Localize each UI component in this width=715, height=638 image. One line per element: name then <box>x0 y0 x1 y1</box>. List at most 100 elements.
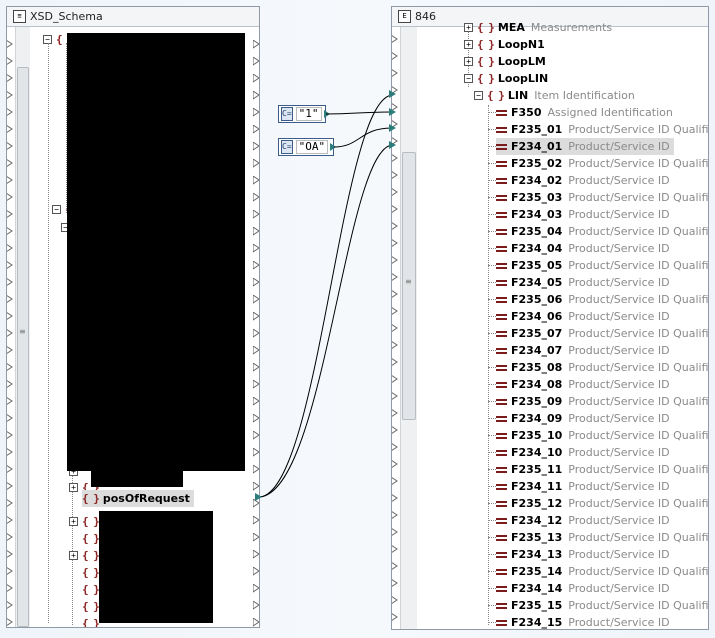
field-row[interactable]: F234_12 Product/Service ID <box>496 512 674 529</box>
left-output-connector[interactable] <box>252 481 259 491</box>
left-output-connector[interactable] <box>252 430 259 440</box>
right-input-connector[interactable] <box>391 629 398 630</box>
left-output-connector[interactable] <box>252 549 259 559</box>
left-output-connector[interactable] <box>252 464 259 474</box>
field-row[interactable]: F234_09 Product/Service ID <box>496 410 674 427</box>
right-input-connector[interactable] <box>392 272 398 281</box>
left-input-connector[interactable] <box>7 243 13 252</box>
left-input-connector[interactable] <box>7 124 13 133</box>
right-input-connector[interactable] <box>392 374 398 383</box>
expand-icon[interactable]: + <box>69 551 78 560</box>
left-scroll-thumb[interactable] <box>17 67 29 627</box>
tree-node-loop[interactable]: + { } LoopN1 <box>464 36 545 53</box>
left-output-connector[interactable] <box>252 583 259 593</box>
left-output-connector[interactable] <box>252 515 259 525</box>
left-output-connector[interactable] <box>252 39 259 49</box>
field-row[interactable]: F235_03 Product/Service ID Qualifier <box>496 189 708 206</box>
field-row[interactable]: F235_14 Product/Service ID Qualifier <box>496 563 708 580</box>
field-row[interactable]: F234_04 Product/Service ID <box>496 240 674 257</box>
right-input-connector[interactable] <box>392 85 398 94</box>
field-row[interactable]: F235_10 Product/Service ID Qualifier <box>496 427 708 444</box>
left-input-connector[interactable] <box>7 498 13 507</box>
left-input-connector[interactable] <box>7 549 13 558</box>
left-output-connector[interactable] <box>252 226 259 236</box>
field-row[interactable]: F234_10 Product/Service ID <box>496 444 674 461</box>
right-input-connector[interactable] <box>392 612 398 621</box>
right-scroll-thumb[interactable] <box>402 152 416 420</box>
constant-1-box[interactable]: C= "1" <box>278 105 330 123</box>
left-input-connector[interactable] <box>7 107 13 116</box>
right-input-connector[interactable] <box>392 459 398 468</box>
tree-node[interactable]: + { } <box>69 513 103 530</box>
left-output-connector[interactable] <box>252 141 259 151</box>
left-input-connector[interactable] <box>7 515 13 524</box>
left-output-connector[interactable] <box>252 362 259 372</box>
tree-node-pos-of-request[interactable]: { } posOfRequest <box>82 490 194 507</box>
expand-icon[interactable]: + <box>464 23 473 32</box>
left-scrollbar[interactable]: ≡ <box>15 27 30 627</box>
left-input-connector[interactable] <box>7 226 13 235</box>
left-schema-panel[interactable]: ≡ XSD_Schema −{ }−{ }−++++++{ }{ }posOfR… <box>6 6 260 628</box>
left-output-connector[interactable] <box>252 192 259 202</box>
left-input-connector[interactable] <box>7 328 13 337</box>
expand-icon[interactable]: + <box>464 57 473 66</box>
field-row[interactable]: F235_05 Product/Service ID Qualifier <box>496 257 708 274</box>
field-row[interactable]: F235_02 Product/Service ID Qualifier <box>496 155 708 172</box>
right-input-connector[interactable] <box>392 442 398 451</box>
left-output-connector[interactable] <box>252 379 259 389</box>
right-input-connector[interactable] <box>392 425 398 434</box>
left-output-connector[interactable] <box>252 345 259 355</box>
right-input-connector[interactable] <box>392 493 398 502</box>
constant-1-output-connector[interactable] <box>323 110 330 118</box>
right-input-connector[interactable] <box>392 357 398 366</box>
left-input-connector[interactable] <box>7 39 13 48</box>
left-input-connector[interactable] <box>7 447 13 456</box>
left-input-connector[interactable] <box>7 141 13 150</box>
field-row[interactable]: F235_06 Product/Service ID Qualifier <box>496 291 708 308</box>
field-row[interactable]: F234_08 Product/Service ID <box>496 376 674 393</box>
field-row[interactable]: F234_05 Product/Service ID <box>496 274 674 291</box>
left-input-connector[interactable] <box>7 294 13 303</box>
right-input-connector[interactable] <box>392 340 398 349</box>
right-input-connector[interactable] <box>392 119 398 128</box>
tree-node-lin[interactable]: −{ } LIN Item Identification <box>474 87 635 104</box>
left-output-connector[interactable] <box>252 328 259 338</box>
right-input-connector[interactable] <box>392 255 398 264</box>
left-output-connector[interactable] <box>252 56 259 66</box>
right-input-connector[interactable] <box>392 238 398 247</box>
left-output-connector[interactable] <box>252 566 259 576</box>
right-input-connector[interactable] <box>392 51 398 60</box>
left-output-connector[interactable] <box>252 396 259 406</box>
right-input-connector[interactable] <box>392 68 398 77</box>
left-output-connector[interactable] <box>252 498 259 508</box>
left-input-connector[interactable] <box>7 345 13 354</box>
left-input-connector[interactable] <box>7 464 13 473</box>
left-output-connector[interactable] <box>252 617 259 627</box>
field-row[interactable]: F234_14 Product/Service ID <box>496 580 674 597</box>
right-input-connector[interactable] <box>392 102 398 111</box>
field-row[interactable]: F235_08 Product/Service ID Qualifier <box>496 359 708 376</box>
left-input-connector[interactable] <box>7 600 13 609</box>
left-input-connector[interactable] <box>7 209 13 218</box>
left-input-connector[interactable] <box>7 413 13 422</box>
left-input-connector[interactable] <box>7 583 13 592</box>
left-input-connector[interactable] <box>7 430 13 439</box>
left-input-connector[interactable] <box>7 277 13 286</box>
left-output-connector[interactable] <box>252 107 259 117</box>
right-input-connector[interactable] <box>392 136 398 145</box>
left-input-connector[interactable] <box>7 73 13 82</box>
left-output-connector[interactable] <box>252 413 259 423</box>
collapse-icon[interactable]: − <box>474 91 483 100</box>
right-input-connector[interactable] <box>392 306 398 315</box>
field-row[interactable]: F234_07 Product/Service ID <box>496 342 674 359</box>
right-scrollbar[interactable]: ≡ <box>400 27 417 629</box>
left-input-connector[interactable] <box>7 311 13 320</box>
left-input-connector[interactable] <box>7 56 13 65</box>
left-input-connector[interactable] <box>7 90 13 99</box>
left-output-connector[interactable] <box>252 175 259 185</box>
collapse-icon[interactable]: − <box>464 74 473 83</box>
tree-node[interactable]: + { } <box>69 547 103 564</box>
left-input-connector[interactable] <box>7 260 13 269</box>
right-input-connector[interactable] <box>392 476 398 485</box>
tree-node-mea[interactable]: + { } MEA Measurements <box>464 19 612 36</box>
